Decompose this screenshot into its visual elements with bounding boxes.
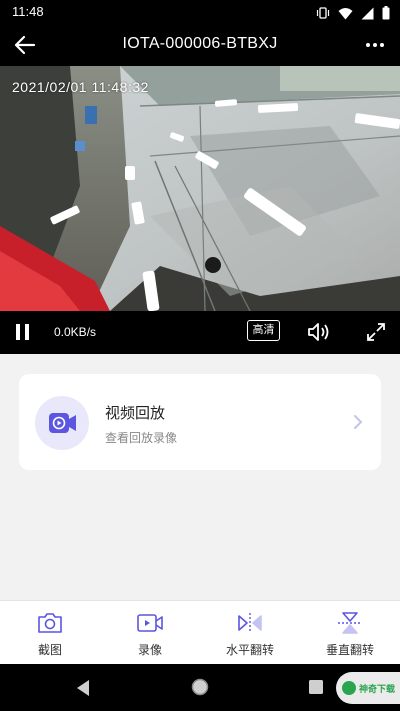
chevron-right-icon	[351, 412, 365, 432]
circle-home-icon	[191, 678, 209, 696]
wifi-icon	[338, 5, 353, 24]
nav-home-button[interactable]	[190, 677, 210, 697]
nav-recent-button[interactable]	[308, 679, 324, 695]
more-button[interactable]	[360, 34, 390, 56]
card-title: 视频回放	[105, 404, 166, 422]
quality-button[interactable]: 高清	[247, 320, 280, 341]
flip-vertical-icon	[338, 612, 362, 634]
flip-horizontal-icon	[238, 613, 262, 633]
flip-horizontal-button[interactable]: 水平翻转	[200, 601, 300, 665]
pause-button[interactable]	[12, 321, 34, 343]
record-icon	[137, 614, 163, 632]
record-button[interactable]: 录像	[100, 601, 200, 665]
volume-button[interactable]	[306, 320, 332, 344]
content-area: 视频回放 查看回放录像	[0, 354, 400, 600]
nav-back-button[interactable]	[74, 678, 92, 698]
video-player[interactable]: 2021/02/01 11:48:32	[0, 66, 400, 311]
watermark-icon	[342, 681, 356, 695]
fullscreen-button[interactable]	[364, 320, 388, 344]
card-subtitle: 查看回放录像	[105, 431, 178, 445]
video-playback-icon	[35, 396, 89, 450]
page-title: IOTA-000006-BTBXJ	[122, 35, 278, 52]
screenshot-button[interactable]: 截图	[0, 601, 100, 665]
signal-icon	[361, 5, 374, 24]
camera-icon	[38, 613, 62, 633]
flip-vertical-button[interactable]: 垂直翻转	[300, 601, 400, 665]
more-dots-icon	[366, 43, 384, 47]
playback-card[interactable]: 视频回放 查看回放录像	[19, 374, 381, 470]
watermark-logo: 神奇下载	[336, 672, 400, 704]
fullscreen-icon	[367, 323, 385, 341]
triangle-back-icon	[77, 680, 89, 696]
screenshot-label: 截图	[37, 643, 62, 657]
video-controls: 0.0KB/s 高清	[0, 311, 400, 354]
app-bar: IOTA-000006-BTBXJ	[0, 24, 400, 66]
flip-vertical-label: 垂直翻转	[325, 643, 374, 657]
record-label: 录像	[137, 643, 162, 657]
pause-icon	[16, 324, 29, 340]
video-frame	[0, 66, 400, 311]
system-nav-bar: 神奇下载	[0, 664, 400, 711]
battery-icon	[382, 5, 390, 24]
speaker-icon	[308, 323, 329, 341]
bottom-toolbar: 截图 录像 水平翻转 垂直翻转	[0, 600, 400, 664]
status-icons	[316, 5, 390, 24]
video-timestamp: 2021/02/01 11:48:32	[12, 79, 149, 95]
network-speed: 0.0KB/s	[54, 325, 97, 339]
status-bar: 11:48	[0, 0, 400, 24]
vibrate-icon	[316, 5, 330, 24]
flip-horizontal-label: 水平翻转	[225, 643, 274, 657]
status-time: 11:48	[12, 4, 44, 19]
watermark-text: 神奇下载	[359, 684, 396, 695]
square-recent-icon	[309, 680, 323, 694]
